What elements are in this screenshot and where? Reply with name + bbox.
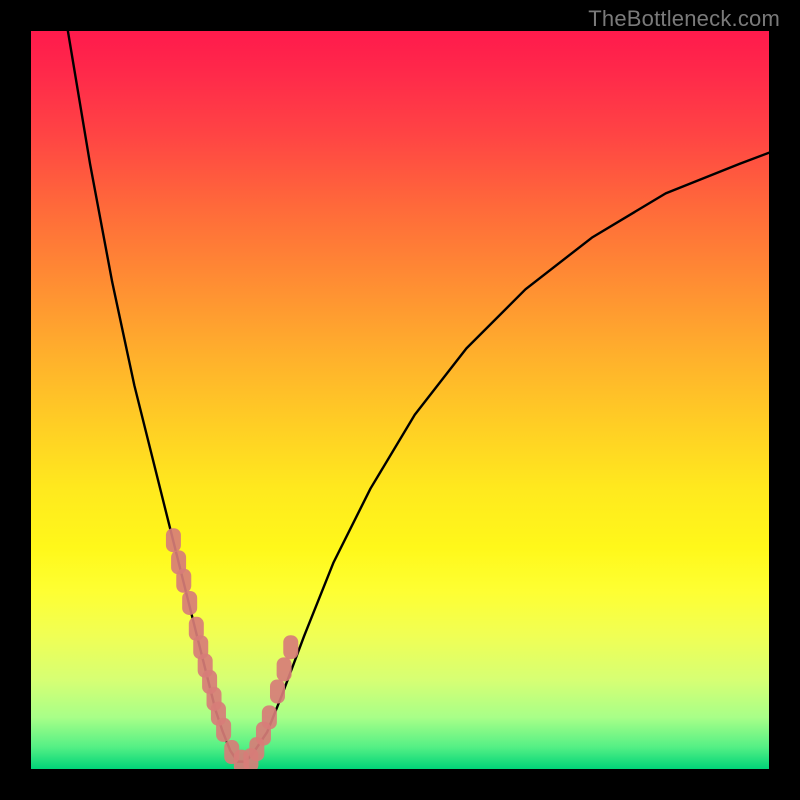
bottleneck-curve-path (68, 31, 769, 762)
curve-marker (176, 569, 191, 593)
plot-area (31, 31, 769, 769)
chart-stage: TheBottleneck.com (0, 0, 800, 800)
curve-markers (166, 528, 298, 769)
curve-marker (283, 635, 298, 659)
bottleneck-curve (68, 31, 769, 762)
curve-layer (31, 31, 769, 769)
curve-marker (262, 705, 277, 729)
curve-marker (182, 591, 197, 615)
watermark-text: TheBottleneck.com (588, 6, 780, 32)
curve-marker (166, 528, 181, 552)
curve-marker (270, 680, 285, 704)
curve-marker (216, 718, 231, 742)
curve-marker (277, 657, 292, 681)
